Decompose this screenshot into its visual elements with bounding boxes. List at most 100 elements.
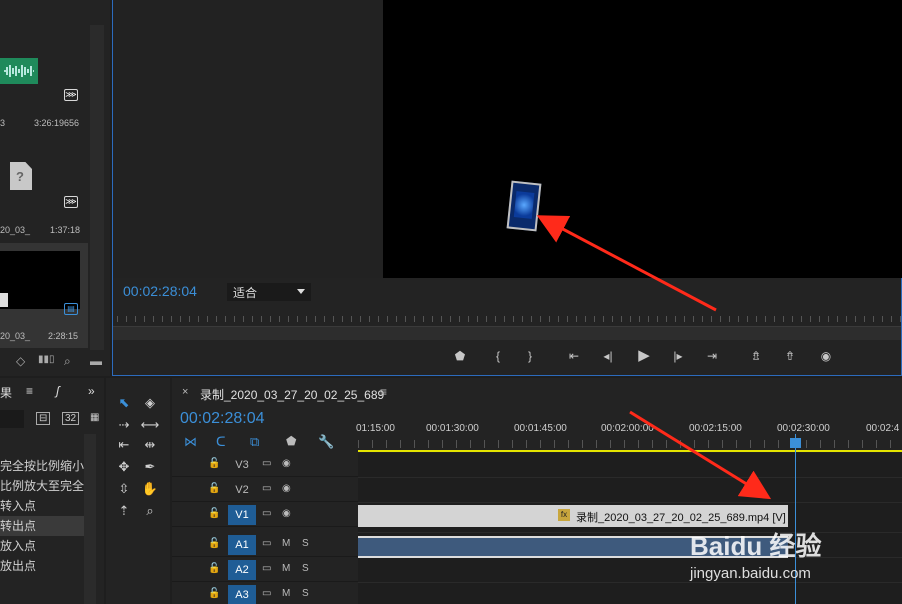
sync-lock-icon[interactable]: ▭ [262, 588, 271, 599]
effect-item[interactable]: 完全按比例缩小 [0, 456, 84, 476]
mute-button[interactable]: M [282, 563, 290, 574]
lock-icon[interactable]: 🔓 [208, 563, 220, 574]
project-item-unknown[interactable]: ? ⋙ 20_03_ 1:37:18 [0, 142, 88, 242]
export-frame-icon[interactable]: ◉ [815, 346, 837, 366]
eye-icon[interactable]: ◉ [282, 458, 291, 469]
mute-button[interactable]: M [282, 538, 290, 549]
snap-icon[interactable]: ⋈ [184, 434, 197, 450]
effects-search-input[interactable] [0, 410, 24, 428]
add-marker-icon[interactable]: ⧉ [250, 434, 259, 450]
slide-tool-icon[interactable]: ⇹ [138, 434, 162, 456]
work-area-bar[interactable] [358, 450, 902, 452]
lock-icon[interactable]: 🔓 [208, 458, 220, 469]
track-name[interactable]: V1 [228, 505, 256, 525]
32bit-effects-icon[interactable]: 32 [62, 412, 80, 425]
search-icon[interactable]: ⌕ [64, 354, 71, 369]
eye-icon[interactable]: ◉ [282, 508, 291, 519]
track-name[interactable]: A2 [228, 560, 256, 580]
hand-tool-icon[interactable]: ✋ [138, 478, 162, 500]
project-item-audio[interactable]: ⋙ 3 3:26:19656 [0, 0, 88, 135]
sync-lock-icon[interactable]: ▭ [262, 483, 271, 494]
linked-selection-icon[interactable]: ᑕ [216, 434, 226, 450]
tab-effects[interactable]: 果 [0, 384, 12, 401]
lock-icon[interactable]: 🔓 [208, 483, 220, 494]
extract-icon[interactable]: ⇮ [779, 346, 801, 366]
track-name[interactable]: V3 [228, 455, 256, 475]
effects-tabs: 果 ≡ ʃ » [0, 378, 104, 404]
fit-dropdown[interactable]: 适合 [227, 283, 311, 301]
eye-icon[interactable]: ◉ [282, 483, 291, 494]
project-item-video[interactable]: ▤ 20_03_ 2:28:15 [0, 243, 88, 348]
lock-icon[interactable]: 🔓 [208, 508, 220, 519]
track-name[interactable]: A1 [228, 535, 256, 555]
track-header-v1[interactable]: 🔓 V1 ▭ ◉ [172, 503, 358, 527]
new-bin-icon[interactable]: ▬ [90, 354, 102, 368]
yuv-effects-icon[interactable]: ▦ [90, 412, 99, 423]
play-icon[interactable]: ▶ [633, 346, 655, 366]
solo-button[interactable]: S [302, 588, 309, 599]
track-header-v3[interactable]: 🔓 V3 ▭ ◉ [172, 453, 358, 477]
wrench-icon[interactable]: 🔧 [318, 434, 334, 450]
sync-lock-icon[interactable]: ▭ [262, 508, 271, 519]
project-scrollbar[interactable] [90, 25, 104, 350]
effect-item[interactable]: 放入点 [0, 536, 84, 556]
mute-button[interactable]: M [282, 588, 290, 599]
panel-menu-icon[interactable]: ≡ [26, 384, 33, 398]
tab-secondary[interactable]: ʃ [56, 384, 60, 398]
razor-tool-icon[interactable]: ◈ [138, 392, 162, 414]
rate-stretch-tool-icon[interactable]: ⇳ [112, 478, 136, 500]
accelerated-effects-icon[interactable]: ⊟ [36, 412, 51, 425]
video-clip-v1[interactable]: fx 录制_2020_03_27_20_02_25_689.mp4 [V] [358, 505, 788, 527]
video-frame[interactable] [383, 0, 902, 278]
zoom-tool-icon[interactable]: ⌕ [138, 500, 162, 522]
mark-in-icon[interactable]: { [487, 346, 509, 366]
track-header-a1[interactable]: 🔓 A1 ▭ M S [172, 533, 358, 557]
track-header-v2[interactable]: 🔓 V2 ▭ ◉ [172, 478, 358, 502]
track-header-a3[interactable]: 🔓 A3 ▭ M S [172, 583, 358, 604]
tools-panel: ⬉ ◈ ⇢ ⟷ ⇤ ⇹ ✥ ✒ ⇳ ✋ ⇡ ⌕ [106, 378, 170, 604]
track-header-a2[interactable]: 🔓 A2 ▭ M S [172, 558, 358, 582]
audio-badge-icon: ⋙ [64, 89, 78, 101]
rolling-edit-tool-icon[interactable]: ✥ [112, 456, 136, 478]
lock-icon[interactable]: 🔓 [208, 588, 220, 599]
track-select-tool-icon[interactable]: ⇢ [112, 414, 136, 436]
close-tab-icon[interactable]: × [182, 386, 188, 398]
program-timecode[interactable]: 00:02:28:04 [123, 283, 197, 299]
ruler-ticks [358, 440, 902, 448]
sync-lock-icon[interactable]: ▭ [262, 563, 271, 574]
slip-tool-icon[interactable]: ⟷ [138, 414, 162, 436]
effect-item[interactable]: 转入点 [0, 496, 84, 516]
go-to-out-icon[interactable]: ⇥ [701, 346, 723, 366]
solo-button[interactable]: S [302, 563, 309, 574]
sync-lock-icon[interactable]: ▭ [262, 538, 271, 549]
lift-icon[interactable]: ⇯ [745, 346, 767, 366]
sync-lock-icon[interactable]: ▭ [262, 458, 271, 469]
effects-scrollbar[interactable] [84, 434, 96, 604]
effect-item[interactable]: 放出点 [0, 556, 84, 576]
effect-item[interactable]: 比例放大至完全 [0, 476, 84, 496]
lock-icon[interactable]: 🔓 [208, 538, 220, 549]
add-marker-icon[interactable]: ⬟ [449, 346, 471, 366]
marker-icon[interactable]: ⬟ [286, 434, 296, 448]
step-back-icon[interactable]: ◂| [597, 346, 619, 366]
pen-tool-icon[interactable]: ✒ [138, 456, 162, 478]
ripple-edit-tool-icon[interactable]: ⇤ [112, 434, 136, 456]
panel-menu-icon[interactable]: ≡ [380, 385, 387, 399]
track-name[interactable]: V2 [228, 480, 256, 500]
mark-out-icon[interactable]: } [519, 346, 541, 366]
sequence-tab-title[interactable]: 录制_2020_03_27_20_02_25_689 [200, 386, 384, 403]
step-forward-icon[interactable]: |▸ [667, 346, 689, 366]
solo-button[interactable]: S [302, 538, 309, 549]
monitor-zoom-bar[interactable] [113, 326, 901, 340]
monitor-time-ruler[interactable] [113, 312, 901, 326]
selection-tool-icon[interactable]: ⬉ [112, 392, 136, 414]
go-to-in-icon[interactable]: ⇤ [563, 346, 585, 366]
more-tabs-icon[interactable]: » [88, 384, 95, 398]
track-name[interactable]: A3 [228, 585, 256, 604]
effect-item-selected[interactable]: 转出点 [0, 516, 84, 536]
sort-icon[interactable]: ◇ [16, 354, 25, 368]
time-ruler[interactable]: 01:15:00 00:01:30:00 00:01:45:00 00:02:0… [356, 416, 902, 452]
type-tool-icon[interactable]: ⇡ [112, 500, 136, 522]
timeline-timecode[interactable]: 00:02:28:04 [180, 410, 265, 428]
freeform-view-icon[interactable]: ▮▮▯ [38, 354, 55, 365]
